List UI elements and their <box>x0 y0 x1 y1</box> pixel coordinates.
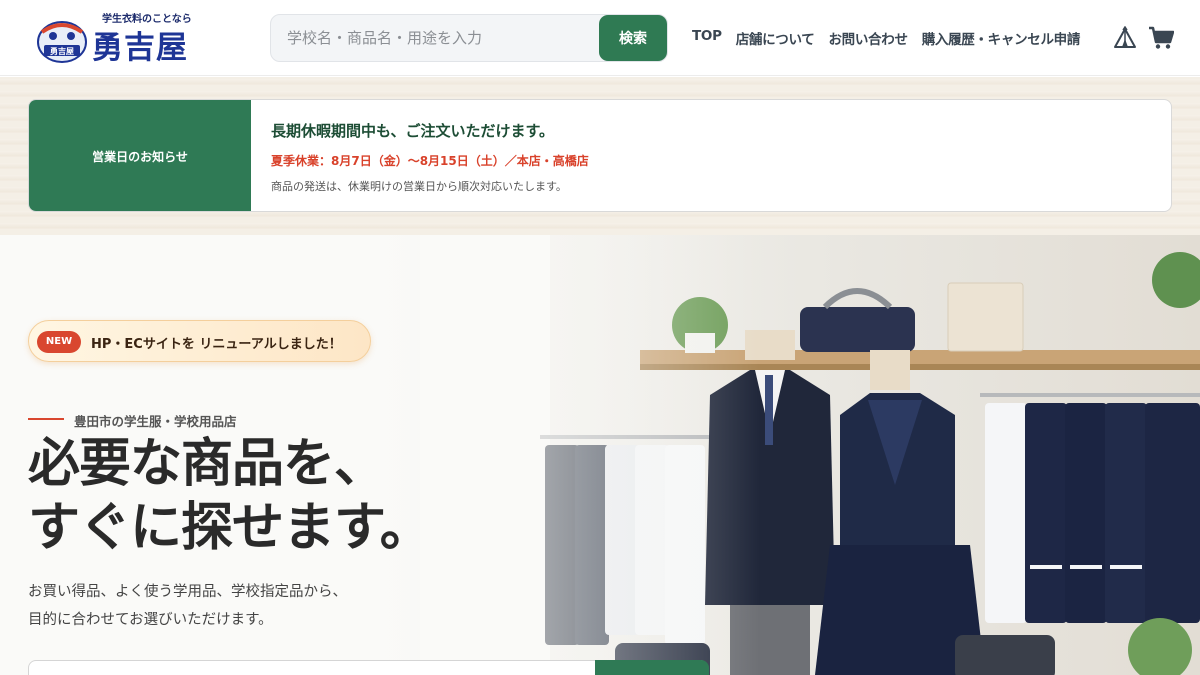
main-nav: TOP 店舗について お問い合わせ 購入履歴・キャンセル申請 <box>692 28 1080 48</box>
hero-eyebrow: 豊田市の学生服・学校用品店 <box>74 414 237 429</box>
nav-purchase-history[interactable]: 購入履歴・キャンセル申請 <box>922 28 1081 48</box>
notice-band: 営業日のお知らせ 長期休暇期間中も、ご注文いただけます。 夏季休業：8月7日（金… <box>0 77 1200 235</box>
notice-title: 長期休暇期間中も、ご注文いただけます。 <box>271 122 555 140</box>
logo-name: 勇吉屋 <box>92 30 188 66</box>
nav-contact[interactable]: お問い合わせ <box>828 28 908 48</box>
hero-headline: 必要な商品を、 すぐに探せます。 <box>28 432 432 560</box>
notice-label: 営業日のお知らせ <box>92 150 188 164</box>
description-line-2: 目的に合わせてお選びいただけます。 <box>28 612 273 628</box>
logo-badge-text: 勇吉屋 <box>50 46 74 56</box>
nav-store-info[interactable]: 店舗について <box>736 28 815 48</box>
site-logo[interactable]: 勇吉屋 学生衣料のことなら 勇吉屋 <box>36 10 211 66</box>
headline-line-2: すぐに探せます。 <box>28 498 432 558</box>
tent-icon[interactable] <box>1113 26 1137 50</box>
nav-top[interactable]: TOP <box>692 28 722 48</box>
search-input[interactable] <box>277 15 595 61</box>
hero-search-button[interactable] <box>595 660 709 675</box>
new-badge: NEW <box>37 331 81 353</box>
site-header: 勇吉屋 学生衣料のことなら 勇吉屋 検索 TOP 店舗について お問い合わせ 購… <box>0 0 1200 76</box>
business-day-notice: 営業日のお知らせ 長期休暇期間中も、ご注文いただけます。 夏季休業：8月7日（金… <box>28 99 1172 212</box>
hero-section: NEW HP・ECサイトを リニューアルしました！ 豊田市の学生服・学校用品店 … <box>0 235 1200 675</box>
renewal-announcement[interactable]: NEW HP・ECサイトを リニューアルしました！ <box>28 320 371 362</box>
notice-holiday: 夏季休業：8月7日（金）〜8月15日（土）／本店・高橋店 <box>271 154 589 168</box>
header-search: 検索 <box>270 14 668 62</box>
hero-description: お買い得品、よく使う学用品、学校指定品から、 目的に合わせてお選びいただけます。 <box>28 578 347 634</box>
notice-subtext: 商品の発送は、休業明けの営業日から順次対応いたします。 <box>271 180 567 193</box>
eyebrow-divider <box>28 418 64 420</box>
renewal-text: HP・ECサイトを リニューアルしました！ <box>91 337 342 352</box>
notice-label-box: 営業日のお知らせ <box>29 100 251 211</box>
headline-line-1: 必要な商品を、 <box>28 434 386 494</box>
description-line-1: お買い得品、よく使う学用品、学校指定品から、 <box>28 584 347 600</box>
hero-search-box[interactable] <box>28 660 709 675</box>
search-button[interactable]: 検索 <box>599 15 667 61</box>
logo-badge-icon: 勇吉屋 <box>37 21 87 63</box>
cart-icon[interactable] <box>1148 26 1174 50</box>
